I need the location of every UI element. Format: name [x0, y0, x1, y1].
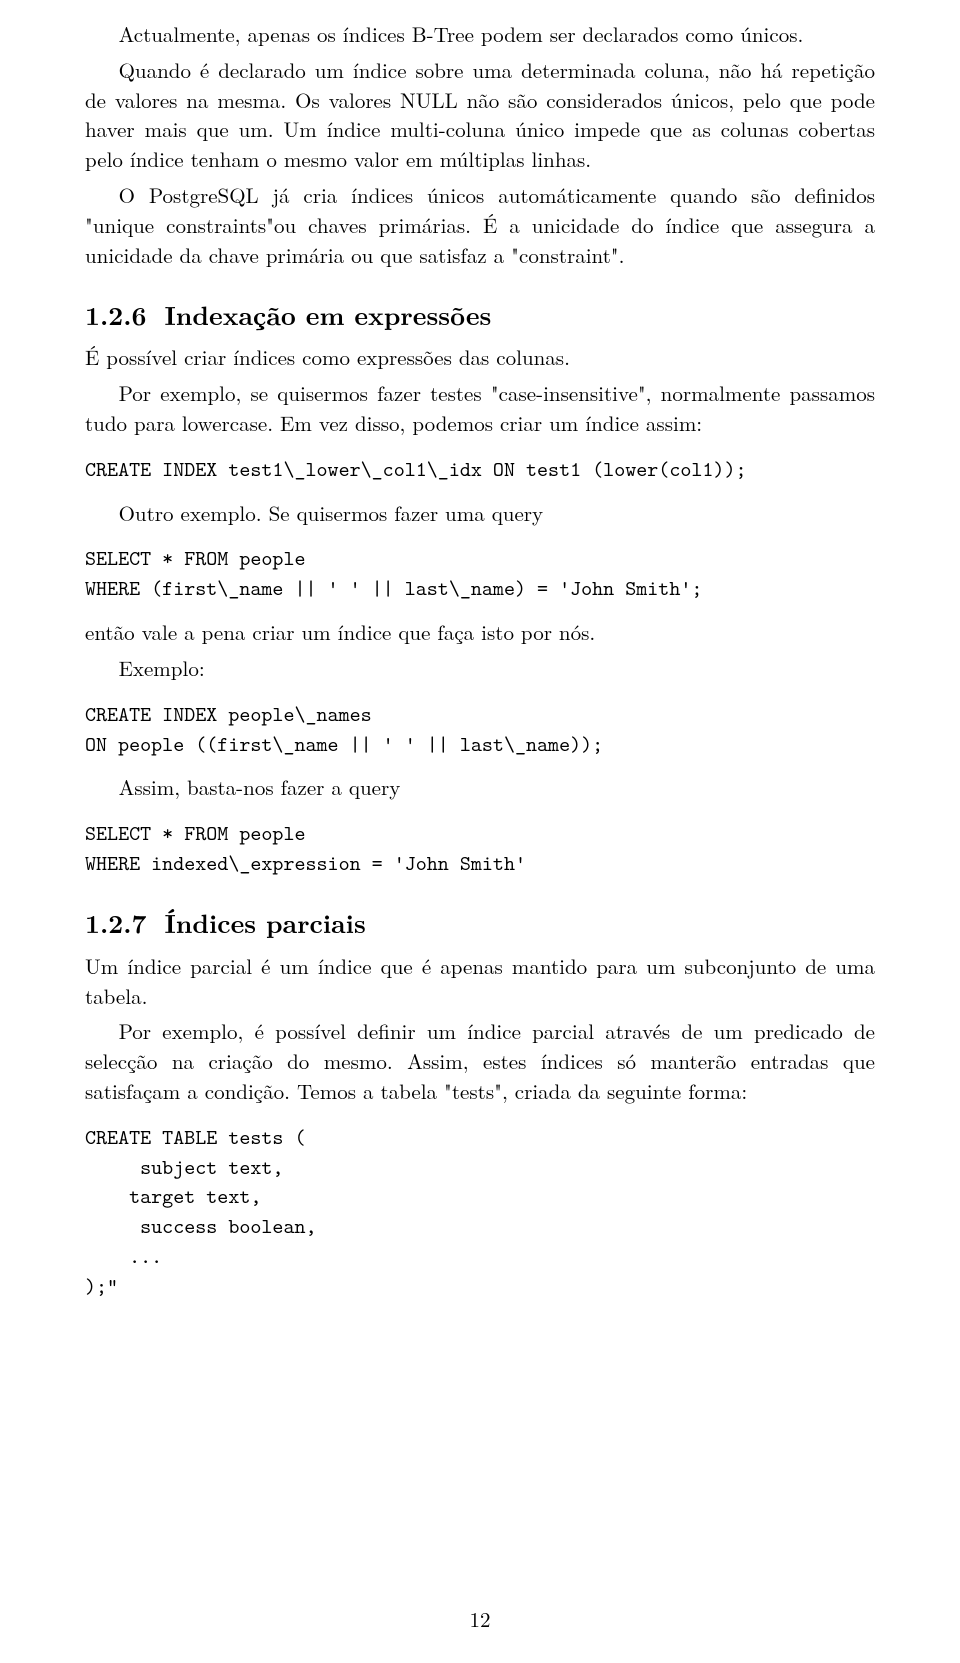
code-block: SELECT * FROM people WHERE indexed\_expr… — [85, 819, 875, 879]
paragraph: Assim, basta-nos fazer a query — [85, 773, 875, 803]
code-block: CREATE INDEX people\_names ON people ((f… — [85, 700, 875, 760]
section-heading-126: 1.2.6 Indexação em expressões — [85, 297, 875, 334]
paragraph: O PostgreSQL já cria índices únicos auto… — [85, 181, 875, 270]
code-block: CREATE TABLE tests ( subject text, targe… — [85, 1123, 875, 1302]
page-number: 12 — [0, 1605, 960, 1635]
code-block: CREATE INDEX test1\_lower\_col1\_idx ON … — [85, 455, 875, 485]
paragraph: Exemplo: — [85, 654, 875, 684]
section-number: 1.2.7 — [85, 904, 146, 941]
paragraph: Um índice parcial é um índice que é apen… — [85, 952, 875, 1012]
section-number: 1.2.6 — [85, 296, 146, 333]
document-page: Actualmente, apenas os índices B-Tree po… — [0, 0, 960, 1663]
paragraph: Actualmente, apenas os índices B-Tree po… — [85, 20, 875, 50]
paragraph: É possível criar índices como expressões… — [85, 343, 875, 373]
paragraph: Por exemplo, é possível definir um índic… — [85, 1017, 875, 1106]
paragraph: Por exemplo, se quisermos fazer testes "… — [85, 379, 875, 439]
paragraph: Quando é declarado um índice sobre uma d… — [85, 56, 875, 175]
paragraph: então vale a pena criar um índice que fa… — [85, 618, 875, 648]
section-title: Indexação em expressões — [164, 296, 491, 333]
section-heading-127: 1.2.7 Índices parciais — [85, 905, 875, 942]
code-block: SELECT * FROM people WHERE (first\_name … — [85, 544, 875, 604]
paragraph: Outro exemplo. Se quisermos fazer uma qu… — [85, 499, 875, 529]
section-title: Índices parciais — [164, 904, 365, 941]
